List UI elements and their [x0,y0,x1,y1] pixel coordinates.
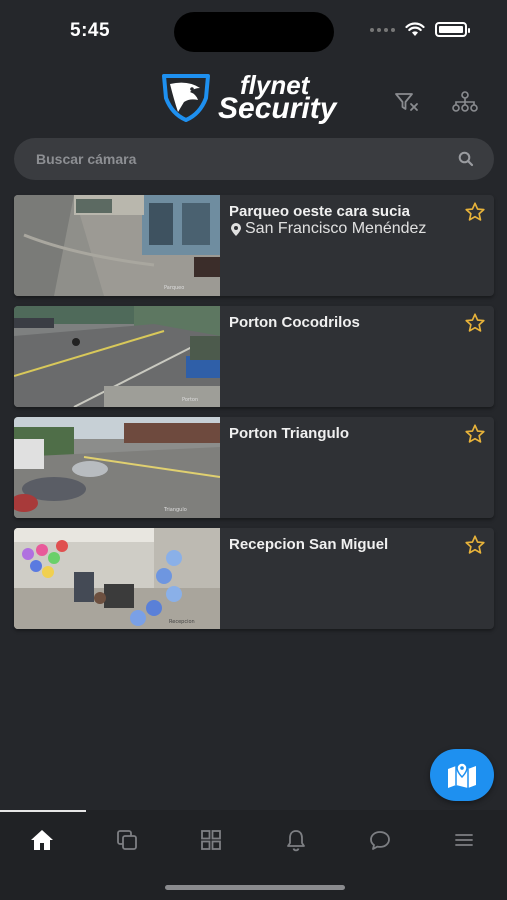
camera-title: Porton Triangulo [229,425,349,442]
location-pin-icon [231,222,241,236]
tab-home[interactable] [22,826,62,854]
camera-title: Recepcion San Miguel [229,536,389,553]
battery-icon [435,22,470,37]
camera-title: Parqueo oeste cara sucia [229,203,410,220]
favorite-star-icon[interactable] [464,201,486,223]
tab-grid[interactable] [191,826,231,854]
camera-card[interactable]: Recepcion Recepcion San Miguel [14,528,494,629]
grid-icon [201,830,221,850]
favorite-star-icon[interactable] [464,423,486,445]
active-tab-indicator [0,810,86,812]
home-indicator [165,885,345,890]
home-icon [31,830,53,850]
hierarchy-button[interactable] [451,88,479,116]
signal-icon [370,27,395,32]
favorite-star-icon[interactable] [464,534,486,556]
logo-line-2: Security [218,92,337,125]
tab-chat[interactable] [360,826,400,854]
svg-text:Recepcion: Recepcion [169,619,195,625]
camera-thumbnail[interactable]: Parqueo [14,195,220,296]
dynamic-island [174,12,334,52]
menu-icon [455,834,473,846]
search-bar[interactable] [14,138,494,180]
wifi-icon [405,22,425,36]
camera-title: Porton Cocodrilos [229,314,360,331]
tab-menu[interactable] [444,826,484,854]
search-icon[interactable] [458,151,474,167]
tab-alerts[interactable] [276,826,316,854]
flynet-logo: flynet Security [160,72,337,125]
copy-icon [117,830,137,850]
clear-filter-button[interactable] [393,88,421,116]
map-view-button[interactable] [430,749,494,801]
favorite-star-icon[interactable] [464,312,486,334]
camera-thumbnail[interactable]: Triangulo [14,417,220,518]
sitemap-icon [452,91,478,112]
camera-thumbnail[interactable]: Porton [14,306,220,407]
camera-thumbnail[interactable]: Recepcion [14,528,220,629]
svg-text:Porton: Porton [182,397,198,403]
camera-location: San Francisco Menéndez [231,220,426,238]
bell-icon [287,830,305,852]
chat-icon [370,831,390,850]
status-icons [370,22,470,37]
status-bar: 5:45 [0,0,507,60]
search-input[interactable] [36,138,436,180]
camera-card[interactable]: Porton Porton Cocodrilos [14,306,494,407]
svg-text:Triangulo: Triangulo [163,507,187,513]
eagle-shield-icon [162,74,210,122]
camera-card[interactable]: Parqueo Parqueo oeste cara sucia San Fra… [14,195,494,296]
filter-clear-icon [395,93,418,111]
status-time: 5:45 [70,20,111,41]
camera-location-text: San Francisco Menéndez [245,220,427,237]
app-header: flynet Security [0,62,507,134]
camera-card[interactable]: Triangulo Porton Triangulo [14,417,494,518]
map-marker-icon [448,762,476,788]
tab-views[interactable] [107,826,147,854]
svg-text:Parqueo: Parqueo [164,285,184,291]
